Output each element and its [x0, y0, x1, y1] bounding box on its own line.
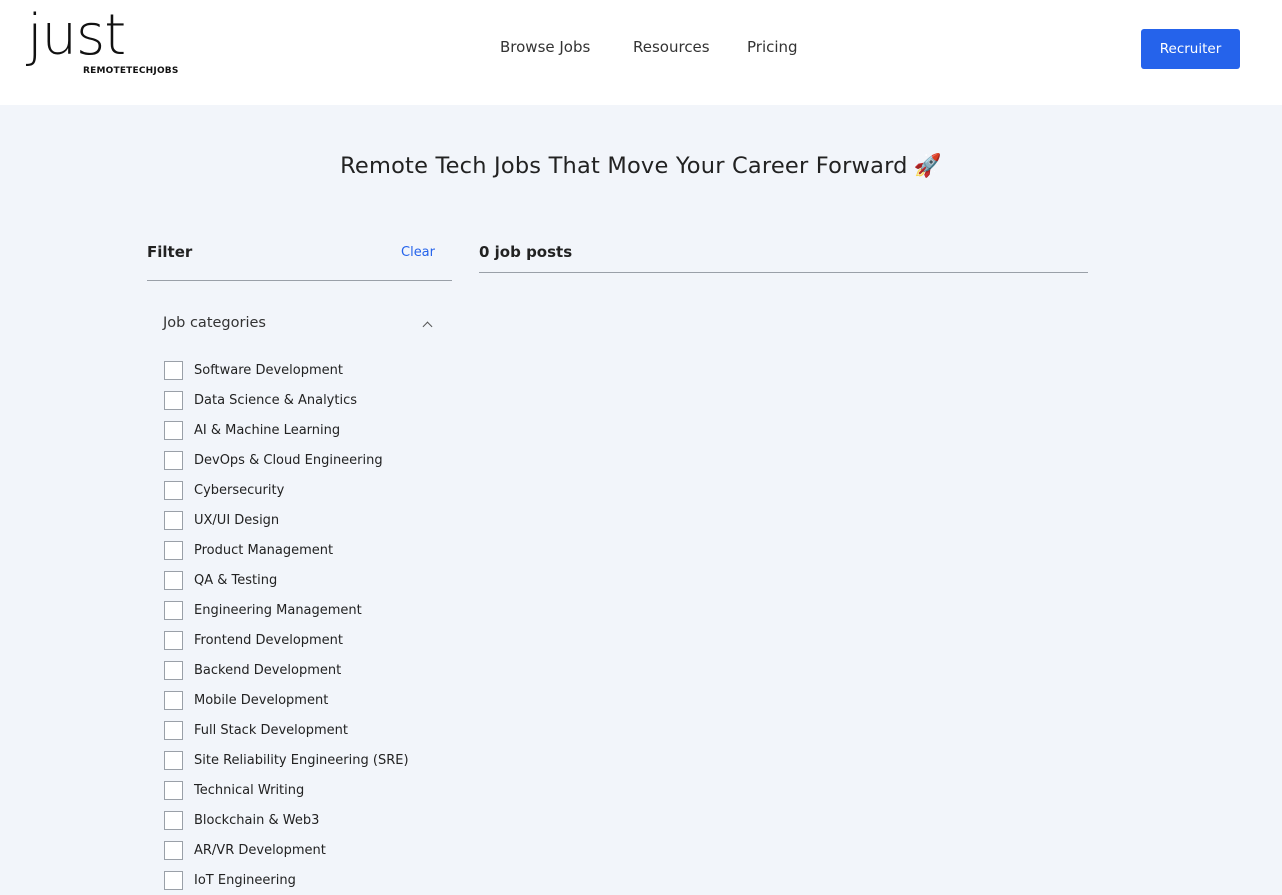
clear-filters-button[interactable]: Clear — [401, 245, 435, 260]
rocket-icon: 🚀 — [913, 153, 942, 179]
category-checkbox[interactable] — [164, 360, 183, 380]
category-checkbox[interactable] — [164, 570, 183, 590]
category-label: AR/VR Development — [194, 842, 326, 858]
category-option[interactable]: QA & Testing — [164, 565, 454, 595]
category-option[interactable]: Backend Development — [164, 655, 454, 685]
logo-subtitle: REMOTETECHJOBS — [83, 66, 179, 76]
category-option[interactable]: Site Reliability Engineering (SRE) — [164, 745, 454, 775]
category-checkbox[interactable] — [164, 720, 183, 740]
category-label: Software Development — [194, 362, 343, 378]
category-option[interactable]: Data Science & Analytics — [164, 385, 454, 415]
results-header: 0 job posts — [479, 240, 1088, 273]
category-option[interactable]: Frontend Development — [164, 625, 454, 655]
category-checkbox[interactable] — [164, 660, 183, 680]
category-checkbox[interactable] — [164, 780, 183, 800]
page-title-text: Remote Tech Jobs That Move Your Career F… — [340, 153, 908, 179]
category-checkbox[interactable] — [164, 600, 183, 620]
category-checkbox[interactable] — [164, 510, 183, 530]
category-checkbox[interactable] — [164, 480, 183, 500]
category-checkbox[interactable] — [164, 390, 183, 410]
category-label: Mobile Development — [194, 692, 329, 708]
job-categories-title: Job categories — [163, 315, 266, 331]
category-checkbox[interactable] — [164, 420, 183, 440]
category-label: QA & Testing — [194, 572, 278, 588]
category-option[interactable]: Full Stack Development — [164, 715, 454, 745]
site-header: just REMOTETECHJOBS Browse Jobs Resource… — [0, 0, 1282, 105]
category-option[interactable]: Product Management — [164, 535, 454, 565]
job-categories-toggle[interactable]: Job categories — [163, 315, 435, 337]
category-option[interactable]: DevOps & Cloud Engineering — [164, 445, 454, 475]
category-label: Product Management — [194, 542, 334, 558]
recruiter-button[interactable]: Recruiter — [1141, 29, 1240, 69]
category-label: UX/UI Design — [194, 512, 280, 528]
filter-header: Filter Clear — [147, 240, 452, 281]
category-label: AI & Machine Learning — [194, 422, 341, 438]
category-option[interactable]: AR/VR Development — [164, 835, 454, 865]
category-label: Blockchain & Web3 — [194, 812, 320, 828]
category-checkbox[interactable] — [164, 840, 183, 860]
category-option[interactable]: Cybersecurity — [164, 475, 454, 505]
category-checkbox[interactable] — [164, 810, 183, 830]
category-checkbox[interactable] — [164, 450, 183, 470]
category-label: Engineering Management — [194, 602, 362, 618]
job-posts-count: 0 job posts — [479, 243, 573, 261]
category-label: Full Stack Development — [194, 722, 349, 738]
nav-browse-jobs[interactable]: Browse Jobs — [500, 38, 590, 56]
category-checkbox[interactable] — [164, 630, 183, 650]
site-logo[interactable]: just REMOTETECHJOBS — [27, 8, 178, 80]
category-checkbox[interactable] — [164, 690, 183, 710]
category-option[interactable]: Blockchain & Web3 — [164, 805, 454, 835]
category-option[interactable]: Software Development — [164, 355, 454, 385]
category-label: Backend Development — [194, 662, 342, 678]
category-label: Cybersecurity — [194, 482, 285, 498]
category-option[interactable]: UX/UI Design — [164, 505, 454, 535]
category-option[interactable]: AI & Machine Learning — [164, 415, 454, 445]
category-label: Frontend Development — [194, 632, 344, 648]
filter-title: Filter — [147, 243, 193, 261]
category-option[interactable]: IoT Engineering — [164, 865, 454, 895]
category-checkbox[interactable] — [164, 540, 183, 560]
category-option[interactable]: Technical Writing — [164, 775, 454, 805]
category-option[interactable]: Mobile Development — [164, 685, 454, 715]
chevron-up-icon — [422, 321, 433, 332]
category-label: Site Reliability Engineering (SRE) — [194, 752, 409, 768]
category-option[interactable]: Engineering Management — [164, 595, 454, 625]
nav-resources[interactable]: Resources — [633, 38, 710, 56]
category-label: Data Science & Analytics — [194, 392, 358, 408]
category-label: DevOps & Cloud Engineering — [194, 452, 383, 468]
category-label: Technical Writing — [194, 782, 305, 798]
category-checkbox[interactable] — [164, 870, 183, 890]
nav-pricing[interactable]: Pricing — [747, 38, 798, 56]
job-categories-list: Software Development Data Science & Analy… — [164, 355, 454, 895]
category-checkbox[interactable] — [164, 750, 183, 770]
page-title: Remote Tech Jobs That Move Your Career F… — [0, 153, 1282, 179]
logo-wordmark: just — [27, 3, 126, 68]
